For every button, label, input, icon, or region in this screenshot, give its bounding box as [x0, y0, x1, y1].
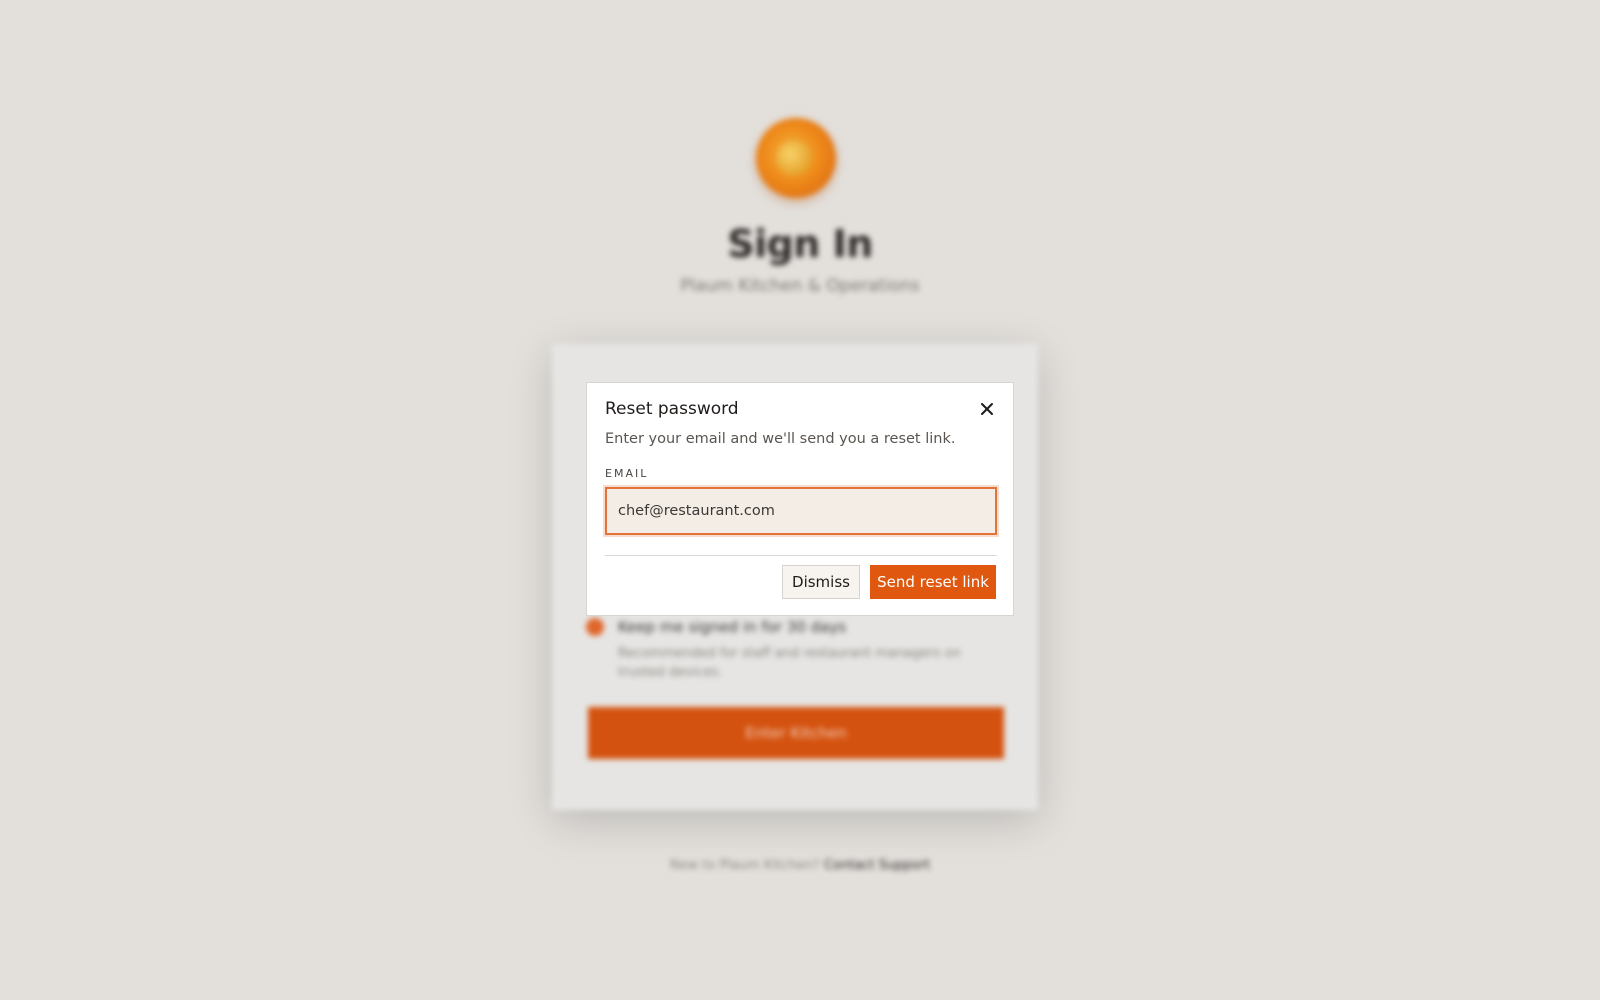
- close-button[interactable]: [977, 399, 997, 419]
- close-icon: [981, 403, 993, 415]
- sign-in-page: Sign In Plaum Kitchen & Operations Keep …: [0, 0, 1600, 1000]
- app-logo: [756, 118, 836, 198]
- footer-text: New to Plaum Kitchen?: [669, 858, 820, 873]
- keep-signed-in-note: Recommended for staff and restaurant man…: [618, 646, 961, 680]
- page-subtitle: Plaum Kitchen & Operations: [680, 276, 920, 296]
- footer: New to Plaum Kitchen? Contact Support: [0, 858, 1600, 873]
- logo-fruit-icon: [776, 140, 812, 176]
- keep-signed-in-checkbox[interactable]: [586, 618, 604, 636]
- enter-kitchen-button[interactable]: Enter Kitchen: [588, 707, 1004, 759]
- dismiss-button[interactable]: Dismiss: [782, 565, 860, 599]
- send-reset-link-button[interactable]: Send reset link: [870, 565, 996, 599]
- dialog-title: Reset password: [605, 399, 739, 419]
- page-title: Sign In: [727, 222, 873, 266]
- contact-support-link[interactable]: Contact Support: [824, 858, 930, 873]
- dialog-divider: [605, 555, 997, 556]
- reset-password-dialog: Reset password Enter your email and we'l…: [586, 382, 1014, 616]
- dialog-description: Enter your email and we'll send you a re…: [605, 431, 956, 447]
- keep-signed-in-label: Keep me signed in for 30 days: [618, 618, 847, 636]
- email-field[interactable]: [605, 487, 997, 535]
- email-label: EMAIL: [605, 467, 649, 480]
